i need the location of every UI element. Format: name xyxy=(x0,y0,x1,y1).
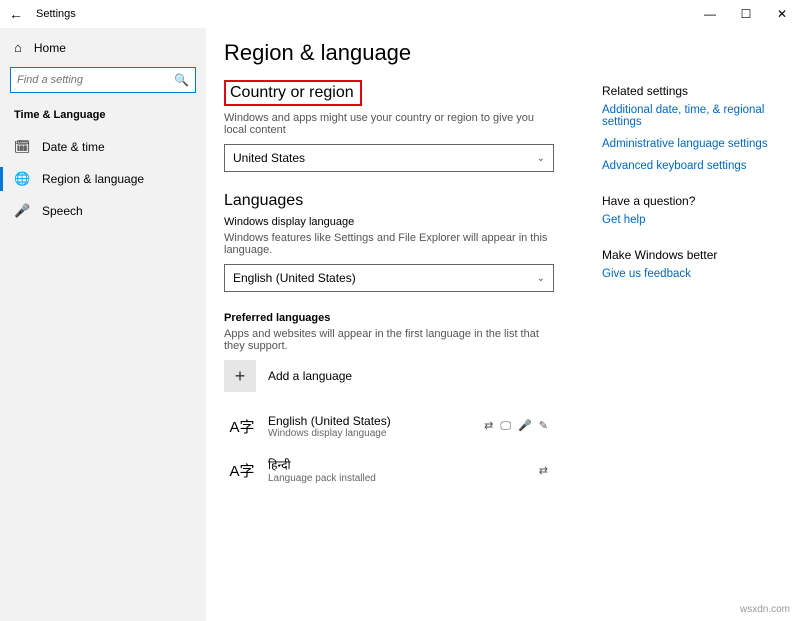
content-area: Region & language Country or region Wind… xyxy=(224,40,602,621)
country-heading: Country or region xyxy=(226,82,354,102)
search-input[interactable] xyxy=(11,74,174,86)
country-select[interactable]: United States ⌄ xyxy=(224,144,554,172)
nav-group-label: Time & Language xyxy=(0,103,206,131)
display-language-label: Windows display language xyxy=(224,216,582,228)
display-language-desc: Windows features like Settings and File … xyxy=(224,232,554,256)
language-item-hindi[interactable]: A字 हिन्दी Language pack installed ⇄ xyxy=(224,450,554,494)
sidebar-item-speech[interactable]: 🎤 Speech xyxy=(0,195,206,227)
search-icon: 🔍 xyxy=(174,73,195,87)
link-advanced-keyboard[interactable]: Advanced keyboard settings xyxy=(602,160,782,172)
preferred-languages-label: Preferred languages xyxy=(224,312,582,324)
language-feature-icons: ⇄ xyxy=(539,464,550,477)
close-button[interactable]: ✕ xyxy=(764,0,800,28)
link-additional-date-time[interactable]: Additional date, time, & regional settin… xyxy=(602,104,782,128)
language-name: हिन्दी xyxy=(268,456,527,473)
language-name: English (United States) xyxy=(268,414,472,428)
language-icon: A字 xyxy=(228,456,256,484)
make-better-title: Make Windows better xyxy=(602,248,782,262)
languages-heading: Languages xyxy=(224,192,582,210)
language-feature-icons: ⇄ 🖵 🎤 ✎ xyxy=(484,419,550,433)
sidebar-item-region-language[interactable]: 🌐 Region & language xyxy=(0,163,206,195)
app-title: Settings xyxy=(32,8,76,20)
search-box[interactable]: 🔍 xyxy=(10,67,196,93)
back-button[interactable]: ← xyxy=(0,6,32,22)
country-description: Windows and apps might use your country … xyxy=(224,112,554,136)
sidebar-item-label: Region & language xyxy=(42,172,144,186)
title-bar: ← Settings — ☐ ✕ xyxy=(0,0,800,28)
display-language-value: English (United States) xyxy=(233,271,356,285)
maximize-button[interactable]: ☐ xyxy=(728,0,764,28)
country-value: United States xyxy=(233,151,305,165)
preferred-languages-desc: Apps and websites will appear in the fir… xyxy=(224,328,554,352)
chevron-down-icon: ⌄ xyxy=(537,273,545,284)
sidebar-item-date-time[interactable]: 🗓 Date & time xyxy=(0,131,206,163)
page-title: Region & language xyxy=(224,40,582,66)
home-nav[interactable]: ⌂ Home xyxy=(0,34,206,61)
sidebar: ⌂ Home 🔍 Time & Language 🗓 Date & time 🌐… xyxy=(0,28,206,621)
chevron-down-icon: ⌄ xyxy=(537,153,545,164)
add-language-label: Add a language xyxy=(268,369,352,383)
language-subtext: Windows display language xyxy=(268,428,472,439)
language-item-english[interactable]: A字 English (United States) Windows displ… xyxy=(224,406,554,450)
sidebar-item-label: Date & time xyxy=(42,140,105,154)
add-language-button[interactable]: + Add a language xyxy=(224,360,582,392)
plus-icon: + xyxy=(224,360,256,392)
calendar-icon: 🗓 xyxy=(14,139,28,155)
have-question-title: Have a question? xyxy=(602,194,782,208)
minimize-button[interactable]: — xyxy=(692,0,728,28)
home-label: Home xyxy=(34,41,66,55)
microphone-icon: 🎤 xyxy=(14,203,28,219)
language-icon: A字 xyxy=(228,412,256,440)
language-subtext: Language pack installed xyxy=(268,473,527,484)
related-settings-title: Related settings xyxy=(602,84,782,98)
globe-icon: 🌐 xyxy=(14,171,28,187)
link-get-help[interactable]: Get help xyxy=(602,214,782,226)
home-icon: ⌂ xyxy=(14,40,22,55)
sidebar-item-label: Speech xyxy=(42,204,83,218)
aside-panel: Related settings Additional date, time, … xyxy=(602,40,782,621)
country-heading-highlight: Country or region xyxy=(224,80,362,106)
app-body: ⌂ Home 🔍 Time & Language 🗓 Date & time 🌐… xyxy=(0,28,800,621)
link-admin-language[interactable]: Administrative language settings xyxy=(602,138,782,150)
watermark: wsxdn.com xyxy=(740,604,790,615)
display-language-select[interactable]: English (United States) ⌄ xyxy=(224,264,554,292)
link-give-feedback[interactable]: Give us feedback xyxy=(602,268,782,280)
main-panel: Region & language Country or region Wind… xyxy=(206,28,800,621)
